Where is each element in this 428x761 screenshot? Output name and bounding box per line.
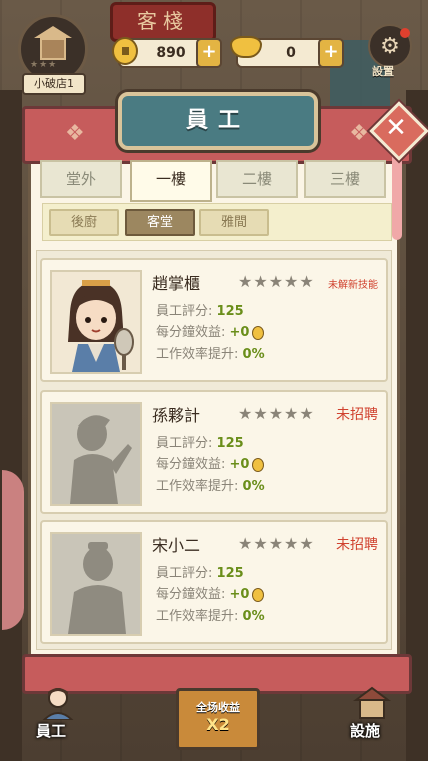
rating-value: 125 xyxy=(216,436,244,451)
income-value: +0 xyxy=(229,587,250,602)
staff-rating: 員工評分: 125 xyxy=(156,562,244,581)
staff-rating: 員工評分: 125 xyxy=(156,300,244,319)
flower-ornament-icon: ❖ xyxy=(349,121,369,146)
panel-title: 員工 xyxy=(118,92,318,150)
room-tabs: 後廚 客堂 雅間 xyxy=(42,203,392,241)
income-value: +0 xyxy=(229,457,250,472)
staff-card[interactable]: 宋小二 ★★★★★ 未招聘 員工評分: 125 每分鐘效益: +0 工作效率提升… xyxy=(40,520,388,644)
facility-icon xyxy=(353,686,391,719)
boost-title: 全场收益 xyxy=(196,701,240,714)
staff-name: 孫夥計 xyxy=(152,406,201,425)
tab-second-floor[interactable]: 二樓 xyxy=(216,160,298,198)
tab-kitchen[interactable]: 後廚 xyxy=(49,209,119,236)
rating-value: 125 xyxy=(216,304,244,319)
staff-card[interactable]: 趙掌櫃 ★★★★★ 未解新技能 員工評分: 125 每分鐘效益: +0 工作效率… xyxy=(40,258,388,382)
efficiency-label: 工作效率提升: xyxy=(156,609,239,624)
staff-income: 每分鐘效益: +0 xyxy=(156,321,265,340)
staff-stars: ★★★★★ xyxy=(238,404,315,423)
tab-hall[interactable]: 客堂 xyxy=(125,209,195,236)
tassel-decoration xyxy=(392,150,402,240)
nav-staff-label: 員工 xyxy=(36,722,67,740)
income-boost-button[interactable]: 全场收益 X2 xyxy=(176,688,260,750)
income-label: 每分鐘效益: xyxy=(156,457,226,472)
add-coins-button[interactable]: + xyxy=(196,38,222,68)
staff-icon xyxy=(42,688,74,720)
staff-efficiency: 工作效率提升: 0% xyxy=(156,605,265,624)
staff-name: 宋小二 xyxy=(152,536,201,555)
staff-efficiency: 工作效率提升: 0% xyxy=(156,475,265,494)
rating-label: 員工評分: xyxy=(156,304,213,319)
silhouette-icon xyxy=(52,404,140,504)
inn-sign: 客棧 xyxy=(110,2,216,42)
notification-dot xyxy=(400,28,410,38)
nav-facility-label: 設施 xyxy=(350,722,381,740)
floor-tabs: 堂外 一樓 二樓 三樓 xyxy=(40,160,388,202)
nav-facility-button[interactable]: 設施 xyxy=(340,686,410,746)
income-label: 每分鐘效益: xyxy=(156,587,226,602)
staff-stars: ★★★★★ xyxy=(238,272,315,291)
tab-outside[interactable]: 堂外 xyxy=(40,160,122,198)
tab-first-floor[interactable]: 一樓 xyxy=(130,160,212,202)
manager-portrait-icon xyxy=(52,272,140,372)
nav-staff-button[interactable]: 員工 xyxy=(22,686,92,746)
shop-house-icon xyxy=(34,26,72,62)
staff-status: 未解新技能 xyxy=(328,280,378,291)
gear-icon: ⚙ xyxy=(380,33,400,59)
staff-income: 每分鐘效益: +0 xyxy=(156,453,265,472)
staff-name: 趙掌櫃 xyxy=(152,274,201,293)
gold-ingot-counter: 0 + xyxy=(230,36,344,68)
shop-stars: ★★★ xyxy=(30,60,58,70)
boost-multiplier: X2 xyxy=(206,715,230,734)
close-icon[interactable]: ✕ xyxy=(378,110,414,146)
income-value: +0 xyxy=(229,325,250,340)
shop-name: 小破店1 xyxy=(22,73,86,95)
copper-coin-icon xyxy=(112,37,138,65)
efficiency-value: 0% xyxy=(242,347,265,362)
tab-private-room[interactable]: 雅間 xyxy=(199,209,269,236)
tab-third-floor[interactable]: 三樓 xyxy=(304,160,386,198)
settings-label: 設置 xyxy=(372,65,394,78)
efficiency-value: 0% xyxy=(242,609,265,624)
staff-efficiency: 工作效率提升: 0% xyxy=(156,343,265,362)
efficiency-label: 工作效率提升: xyxy=(156,479,239,494)
staff-card[interactable]: 孫夥計 ★★★★★ 未招聘 員工評分: 125 每分鐘效益: +0 工作效率提升… xyxy=(40,390,388,514)
background-pillar-left xyxy=(0,90,22,761)
income-label: 每分鐘效益: xyxy=(156,325,226,340)
coin-icon xyxy=(252,587,265,602)
copper-coin-value: 890 xyxy=(156,45,186,61)
efficiency-label: 工作效率提升: xyxy=(156,347,239,362)
staff-stars: ★★★★★ xyxy=(238,534,315,553)
coin-icon xyxy=(252,325,265,340)
add-ingots-button[interactable]: + xyxy=(318,38,344,68)
staff-status: 未招聘 xyxy=(336,537,378,553)
silhouette-icon xyxy=(52,534,140,634)
rating-label: 員工評分: xyxy=(156,436,213,451)
rating-value: 125 xyxy=(216,566,244,581)
copper-coin-counter: 890 + xyxy=(112,37,222,68)
staff-status: 未招聘 xyxy=(336,407,378,423)
efficiency-value: 0% xyxy=(242,479,265,494)
gold-ingot-icon xyxy=(230,36,262,58)
staff-income: 每分鐘效益: +0 xyxy=(156,583,265,602)
staff-rating: 員工評分: 125 xyxy=(156,432,244,451)
background-curtain xyxy=(2,470,24,630)
flower-ornament-icon: ❖ xyxy=(65,121,85,146)
rating-label: 員工評分: xyxy=(156,566,213,581)
coin-icon xyxy=(252,457,265,472)
staff-portrait-locked xyxy=(50,402,142,506)
staff-portrait-locked xyxy=(50,532,142,636)
staff-portrait xyxy=(50,270,142,374)
gold-ingot-value: 0 xyxy=(286,45,296,61)
